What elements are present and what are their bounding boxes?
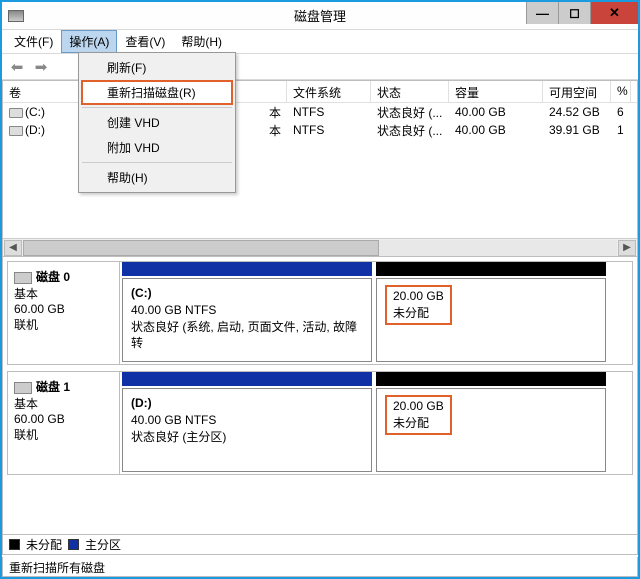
- legend-unalloc-swatch: [9, 539, 20, 550]
- disk-state: 联机: [14, 316, 113, 333]
- menubar: 文件(F) 操作(A) 查看(V) 帮助(H): [2, 30, 638, 54]
- partition[interactable]: 20.00 GB未分配: [376, 278, 606, 362]
- menu-view[interactable]: 查看(V): [117, 30, 173, 53]
- legend-primary-swatch: [68, 539, 79, 550]
- partition[interactable]: (D:)40.00 GB NTFS状态良好 (主分区): [122, 388, 372, 472]
- disk-icon: [14, 272, 32, 284]
- partition-status: 未分配: [393, 305, 444, 322]
- cell-vol: (D:): [3, 122, 79, 138]
- partition-size: 20.00 GB: [393, 398, 444, 415]
- partition-size: 40.00 GB NTFS: [131, 302, 363, 319]
- minimize-button[interactable]: —: [526, 2, 558, 24]
- partition-size: 40.00 GB NTFS: [131, 412, 363, 429]
- cell-pct: 6: [611, 104, 631, 120]
- disk-row[interactable]: 磁盘 0基本60.00 GB联机(C:)40.00 GB NTFS状态良好 (系…: [7, 261, 633, 365]
- disk-info: 磁盘 0基本60.00 GB联机: [8, 262, 120, 364]
- col-free[interactable]: 可用空间: [543, 81, 611, 102]
- dd-sep1: [82, 107, 232, 108]
- partition-header-seg: [122, 372, 372, 386]
- partition[interactable]: 20.00 GB未分配: [376, 388, 606, 472]
- partition-header-seg: [122, 262, 372, 276]
- dd-attach-vhd[interactable]: 附加 VHD: [81, 135, 233, 160]
- disk-row[interactable]: 磁盘 1基本60.00 GB联机(D:)40.00 GB NTFS状态良好 (主…: [7, 371, 633, 475]
- volume-icon: [9, 108, 23, 118]
- cell-status: 状态良好 (...: [371, 121, 449, 140]
- forward-button[interactable]: ➡: [30, 57, 52, 77]
- close-button[interactable]: ✕: [590, 2, 638, 24]
- legend-primary-label: 主分区: [85, 536, 121, 553]
- volume-icon: [9, 126, 23, 136]
- dd-refresh[interactable]: 刷新(F): [81, 55, 233, 80]
- titlebar: 磁盘管理 — ◻ ✕: [2, 2, 638, 30]
- disk-partitions: (D:)40.00 GB NTFS状态良好 (主分区) 20.00 GB未分配: [120, 372, 632, 474]
- partition[interactable]: (C:)40.00 GB NTFS状态良好 (系统, 启动, 页面文件, 活动,…: [122, 278, 372, 362]
- cell-fs: NTFS: [287, 104, 371, 120]
- app-icon: [8, 10, 24, 22]
- action-dropdown: 刷新(F) 重新扫描磁盘(R) 创建 VHD 附加 VHD 帮助(H): [78, 52, 236, 193]
- col-capacity[interactable]: 容量: [449, 81, 543, 102]
- scroll-left[interactable]: ◀: [4, 240, 22, 256]
- dd-help[interactable]: 帮助(H): [81, 165, 233, 190]
- scroll-right[interactable]: ▶: [618, 240, 636, 256]
- partition-highlight: 20.00 GB未分配: [385, 285, 452, 325]
- partition-status: 状态良好 (系统, 启动, 页面文件, 活动, 故障转: [131, 319, 363, 353]
- cell-cap: 40.00 GB: [449, 104, 543, 120]
- partition-header-seg: [376, 262, 606, 276]
- cell-free: 24.52 GB: [543, 104, 611, 120]
- status-bar: 重新扫描所有磁盘: [2, 557, 638, 577]
- partition-highlight: 20.00 GB未分配: [385, 395, 452, 435]
- partition-header-seg: [376, 372, 606, 386]
- col-status[interactable]: 状态: [371, 81, 449, 102]
- menu-file[interactable]: 文件(F): [6, 30, 61, 53]
- col-volume[interactable]: 卷: [3, 81, 79, 102]
- cell-status: 状态良好 (...: [371, 103, 449, 122]
- disk-size: 60.00 GB: [14, 302, 113, 316]
- legend: 未分配 主分区: [3, 534, 637, 554]
- col-fs[interactable]: 文件系统: [287, 81, 371, 102]
- disk-kind: 基本: [14, 285, 113, 302]
- disk-info: 磁盘 1基本60.00 GB联机: [8, 372, 120, 474]
- partition-status: 未分配: [393, 415, 444, 432]
- partition-header: [120, 372, 632, 386]
- disk-state: 联机: [14, 426, 113, 443]
- scroll-track[interactable]: [23, 240, 617, 256]
- partition-label: (D:): [131, 395, 363, 412]
- menu-help[interactable]: 帮助(H): [173, 30, 230, 53]
- cell-free: 39.91 GB: [543, 122, 611, 138]
- dd-create-vhd[interactable]: 创建 VHD: [81, 110, 233, 135]
- cell-fs: NTFS: [287, 122, 371, 138]
- disk-icon: [14, 382, 32, 394]
- scroll-thumb[interactable]: [23, 240, 379, 256]
- cell-vol: (C:): [3, 104, 79, 120]
- disk-name: 磁盘 1: [14, 378, 113, 395]
- window-title: 磁盘管理: [294, 6, 346, 25]
- menu-action[interactable]: 操作(A): [61, 30, 117, 53]
- back-button[interactable]: ⬅: [6, 57, 28, 77]
- window-buttons: — ◻ ✕: [526, 2, 638, 24]
- maximize-button[interactable]: ◻: [558, 2, 590, 24]
- legend-unalloc-label: 未分配: [26, 536, 62, 553]
- partition-body: (C:)40.00 GB NTFS状态良好 (系统, 启动, 页面文件, 活动,…: [120, 276, 632, 364]
- disk-name: 磁盘 0: [14, 268, 113, 285]
- col-pct[interactable]: %: [611, 81, 631, 102]
- partition-header: [120, 262, 632, 276]
- disk-partitions: (C:)40.00 GB NTFS状态良好 (系统, 启动, 页面文件, 活动,…: [120, 262, 632, 364]
- cell-pct: 1: [611, 122, 631, 138]
- partition-size: 20.00 GB: [393, 288, 444, 305]
- dd-sep2: [82, 162, 232, 163]
- cell-cap: 40.00 GB: [449, 122, 543, 138]
- disk-view: 磁盘 0基本60.00 GB联机(C:)40.00 GB NTFS状态良好 (系…: [3, 257, 637, 534]
- partition-label: (C:): [131, 285, 363, 302]
- disk-size: 60.00 GB: [14, 412, 113, 426]
- partition-body: (D:)40.00 GB NTFS状态良好 (主分区) 20.00 GB未分配: [120, 386, 632, 474]
- h-scrollbar[interactable]: ◀ ▶: [3, 238, 637, 256]
- disk-kind: 基本: [14, 395, 113, 412]
- partition-status: 状态良好 (主分区): [131, 429, 363, 446]
- dd-rescan[interactable]: 重新扫描磁盘(R): [81, 80, 233, 105]
